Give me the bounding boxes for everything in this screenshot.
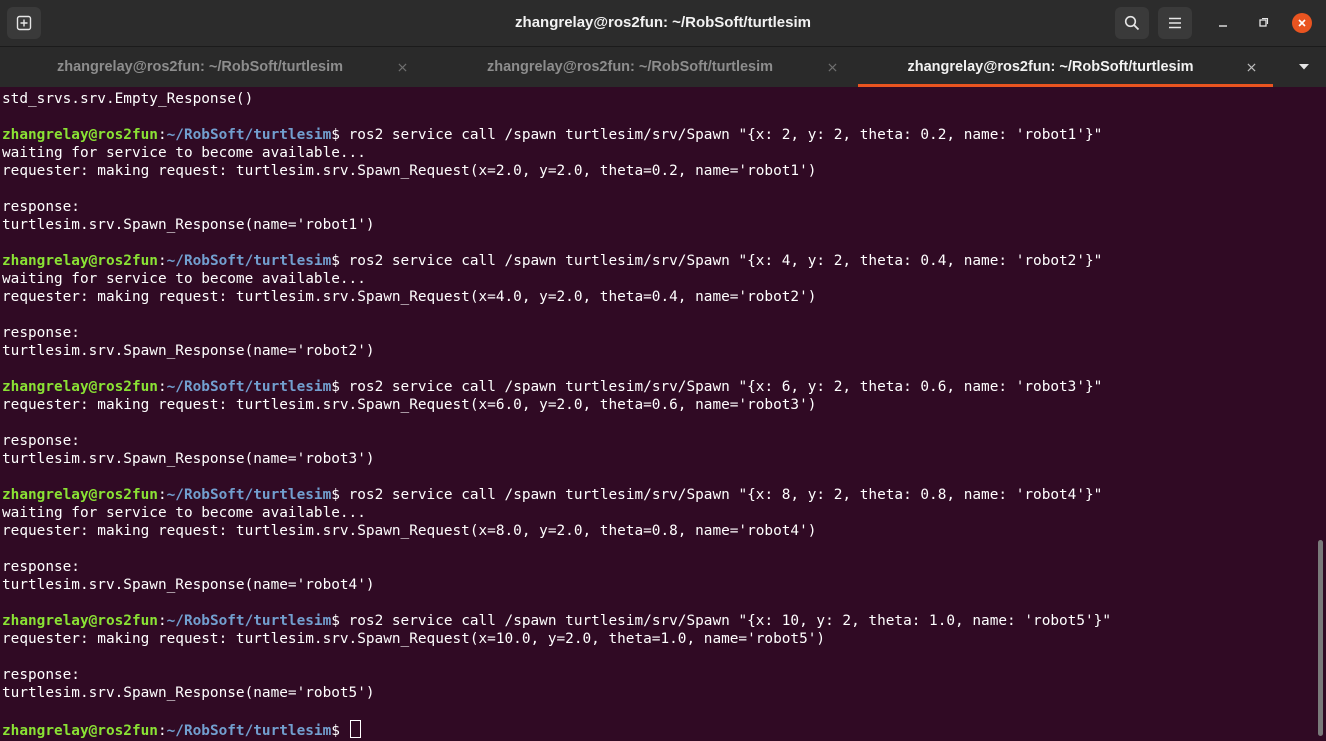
prompt-symbol: $ <box>331 127 349 143</box>
close-icon <box>397 62 407 72</box>
prompt-separator: : <box>157 127 167 143</box>
prompt-user: zhangrelay@ros2fun <box>2 487 158 503</box>
output-line: requester: making request: turtlesim.srv… <box>2 289 817 305</box>
prompt-path: ~/RobSoft/turtlesim <box>166 613 332 629</box>
output-line: response: <box>2 667 80 683</box>
tabs-dropdown-button[interactable] <box>1292 59 1316 75</box>
command-text: ros2 service call /spawn turtlesim/srv/S… <box>348 487 1103 503</box>
prompt-symbol: $ <box>331 487 349 503</box>
hamburger-menu-icon <box>1169 17 1181 29</box>
prompt-separator: : <box>157 379 167 395</box>
scrollbar[interactable] <box>1316 87 1326 741</box>
output-line: requester: making request: turtlesim.srv… <box>2 397 817 413</box>
close-icon <box>1246 62 1256 72</box>
prompt-symbol: $ <box>331 379 349 395</box>
output-line: turtlesim.srv.Spawn_Response(name='robot… <box>2 577 375 593</box>
prompt-separator: : <box>157 253 167 269</box>
minimize-icon <box>1219 25 1227 27</box>
current-prompt-line: zhangrelay@ros2fun:~/RobSoft/turtlesim$ <box>2 720 361 739</box>
tab-close-button[interactable] <box>394 59 410 75</box>
close-icon <box>1298 19 1306 27</box>
search-icon <box>1124 15 1140 31</box>
output-line: response: <box>2 433 80 449</box>
output-line: requester: making request: turtlesim.srv… <box>2 631 826 647</box>
title-bar: zhangrelay@ros2fun: ~/RobSoft/turtlesim <box>0 0 1326 47</box>
tab-3-active[interactable]: zhangrelay@ros2fun: ~/RobSoft/turtlesim <box>858 47 1273 87</box>
prompt-user: zhangrelay@ros2fun <box>2 723 158 739</box>
tab-bar: zhangrelay@ros2fun: ~/RobSoft/turtlesim … <box>0 47 1326 87</box>
prompt-symbol: $ <box>331 613 349 629</box>
prompt-user: zhangrelay@ros2fun <box>2 613 158 629</box>
prompt-path: ~/RobSoft/turtlesim <box>166 379 332 395</box>
tab-close-button[interactable] <box>824 59 840 75</box>
prompt-user: zhangrelay@ros2fun <box>2 253 158 269</box>
tab-close-button[interactable] <box>1243 59 1259 75</box>
output-line: response: <box>2 199 80 215</box>
prompt-path: ~/RobSoft/turtlesim <box>166 127 332 143</box>
output-line: std_srvs.srv.Empty_Response() <box>2 91 254 107</box>
menu-button[interactable] <box>1158 7 1192 39</box>
prompt-path: ~/RobSoft/turtlesim <box>166 723 332 739</box>
output-line: turtlesim.srv.Spawn_Response(name='robot… <box>2 451 375 467</box>
prompt-path: ~/RobSoft/turtlesim <box>166 487 332 503</box>
prompt-symbol: $ <box>331 723 349 739</box>
close-button[interactable] <box>1292 13 1312 33</box>
command-line: zhangrelay@ros2fun:~/RobSoft/turtlesim$ … <box>2 612 1111 630</box>
output-line: turtlesim.srv.Spawn_Response(name='robot… <box>2 343 375 359</box>
prompt-path: ~/RobSoft/turtlesim <box>166 253 332 269</box>
tab-1[interactable]: zhangrelay@ros2fun: ~/RobSoft/turtlesim <box>0 47 430 87</box>
scrollbar-thumb[interactable] <box>1318 540 1323 736</box>
terminal-output[interactable]: std_srvs.srv.Empty_Response() zhangrelay@… <box>0 87 1316 741</box>
search-button[interactable] <box>1115 7 1149 39</box>
output-line: waiting for service to become available.… <box>2 145 366 161</box>
prompt-user: zhangrelay@ros2fun <box>2 379 158 395</box>
command-text: ros2 service call /spawn turtlesim/srv/S… <box>348 253 1103 269</box>
tab-label: zhangrelay@ros2fun: ~/RobSoft/turtlesim <box>486 59 774 75</box>
output-line: requester: making request: turtlesim.srv… <box>2 523 817 539</box>
minimize-button[interactable] <box>1213 13 1233 33</box>
output-line: turtlesim.srv.Spawn_Response(name='robot… <box>2 685 375 701</box>
output-line: turtlesim.srv.Spawn_Response(name='robot… <box>2 217 375 233</box>
close-icon <box>827 62 837 72</box>
chevron-down-icon <box>1299 64 1309 70</box>
tab-label: zhangrelay@ros2fun: ~/RobSoft/turtlesim <box>907 59 1194 75</box>
tab-2[interactable]: zhangrelay@ros2fun: ~/RobSoft/turtlesim <box>430 47 860 87</box>
output-line: response: <box>2 559 80 575</box>
output-line: waiting for service to become available.… <box>2 505 366 521</box>
text-cursor[interactable] <box>349 720 361 738</box>
maximize-button[interactable] <box>1253 13 1273 33</box>
tab-label: zhangrelay@ros2fun: ~/RobSoft/turtlesim <box>56 59 344 75</box>
prompt-separator: : <box>157 723 167 739</box>
command-line: zhangrelay@ros2fun:~/RobSoft/turtlesim$ … <box>2 378 1102 396</box>
output-line: requester: making request: turtlesim.srv… <box>2 163 817 179</box>
command-text: ros2 service call /spawn turtlesim/srv/S… <box>348 127 1103 143</box>
output-line: response: <box>2 325 80 341</box>
maximize-icon <box>1259 17 1269 27</box>
command-line: zhangrelay@ros2fun:~/RobSoft/turtlesim$ … <box>2 126 1102 144</box>
command-text: ros2 service call /spawn turtlesim/srv/S… <box>348 613 1112 629</box>
prompt-separator: : <box>157 487 167 503</box>
prompt-symbol: $ <box>331 253 349 269</box>
command-line: zhangrelay@ros2fun:~/RobSoft/turtlesim$ … <box>2 252 1102 270</box>
prompt-separator: : <box>157 613 167 629</box>
output-line: waiting for service to become available.… <box>2 271 366 287</box>
command-text: ros2 service call /spawn turtlesim/srv/S… <box>348 379 1103 395</box>
prompt-user: zhangrelay@ros2fun <box>2 127 158 143</box>
command-line: zhangrelay@ros2fun:~/RobSoft/turtlesim$ … <box>2 486 1102 504</box>
